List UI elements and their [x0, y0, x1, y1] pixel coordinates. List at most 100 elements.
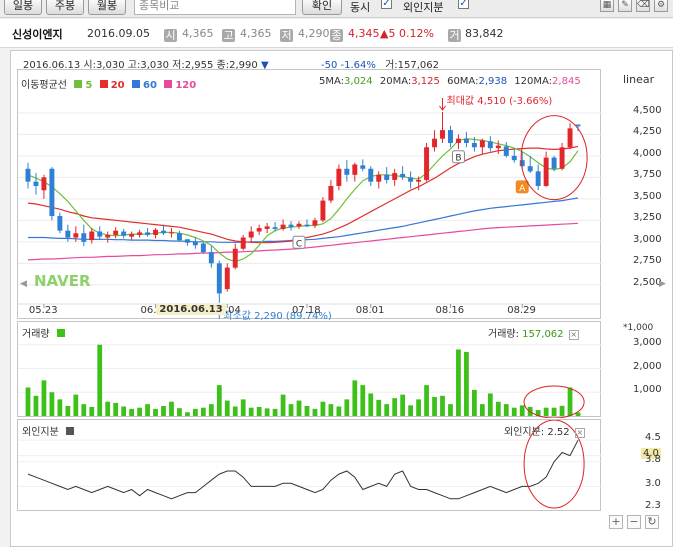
- foreign-checkbox[interactable]: ✓: [458, 0, 469, 9]
- candle-body: [448, 130, 453, 143]
- ma20-value: 3,125: [411, 76, 440, 87]
- volume-bar: [97, 344, 103, 416]
- ma120-value: 2,845: [552, 76, 581, 87]
- reset-icon[interactable]: ↻: [645, 515, 659, 529]
- high-badge: 고: [222, 29, 235, 42]
- pencil-icon[interactable]: ✎: [618, 0, 632, 12]
- foreign-value-group: 외인지분: 2.52 ×: [504, 423, 585, 438]
- high-value: 4,365: [240, 27, 272, 40]
- price-y-tick: 3,250: [633, 212, 662, 224]
- stock-info-bar: 신성이엔지 2016.09.05 시 4,365 고 4,365 저 4,290…: [0, 19, 673, 48]
- x-tick: 07.18: [291, 305, 321, 316]
- hover-arrow: ▼: [260, 60, 269, 71]
- ma20-swatch: [99, 80, 108, 88]
- volume-bar: [440, 395, 445, 416]
- zoom-in-icon[interactable]: +: [609, 515, 623, 529]
- ma120-label: 120MA:: [514, 76, 553, 87]
- foreign-close-icon[interactable]: ×: [574, 428, 585, 438]
- volume-bar: [328, 404, 334, 416]
- price-y-tick: 3,500: [633, 190, 662, 202]
- foreign-title: 외인지분: [22, 427, 59, 438]
- monthly-button[interactable]: 월봉: [88, 0, 126, 15]
- candle-body: [559, 147, 565, 169]
- volume-bar: [153, 408, 158, 416]
- candle-body: [392, 173, 398, 180]
- volume-y-tick: 1,000: [633, 384, 662, 396]
- foreign-y-tick: 3.0: [645, 478, 661, 490]
- volume-bar: [25, 387, 31, 416]
- candle-body: [344, 168, 350, 175]
- volume-title-group: 거래량: [22, 325, 65, 340]
- open-value: 4,365: [182, 27, 214, 40]
- x-tick: 08.01: [355, 305, 385, 316]
- foreign-title-group: 외인지분: [22, 423, 74, 438]
- foreign-label: 외인지분: [403, 1, 444, 14]
- scroll-left-icon[interactable]: ◀: [20, 279, 27, 289]
- hover-ohlc: 2016.06.13 시:3,030 고:3,030 저:2,955 종:2,9…: [23, 60, 258, 71]
- volume-current-value: 157,062: [522, 329, 564, 340]
- foreign-swatch: [66, 427, 74, 435]
- candle-body: [192, 241, 198, 246]
- candle-body: [352, 164, 358, 175]
- volume-bar: [360, 385, 366, 416]
- price-y-tick: 2,750: [633, 255, 662, 267]
- volume-bar: [400, 394, 406, 416]
- ma60-label: 60MA:: [447, 76, 479, 87]
- candle-body: [463, 138, 469, 143]
- ma5-legend: 5: [85, 80, 93, 91]
- volume-close-icon[interactable]: ×: [568, 330, 579, 340]
- eraser-icon[interactable]: ⌫: [636, 0, 650, 12]
- foreign-line: [27, 439, 579, 500]
- candle-body: [384, 174, 390, 180]
- confirm-button[interactable]: 확인: [302, 0, 342, 15]
- ma5-swatch: [74, 80, 83, 88]
- volume-bar: [424, 385, 429, 416]
- naver-watermark: NAVER: [34, 272, 91, 290]
- volume-bar: [344, 399, 350, 416]
- volume-panel[interactable]: 거래량 거래량: 157,062 ×: [17, 321, 602, 418]
- zoom-out-icon[interactable]: −: [627, 515, 641, 529]
- volume-bar: [503, 404, 509, 416]
- volume-bar: [200, 407, 206, 416]
- grid-icon[interactable]: ▦: [600, 0, 614, 12]
- x-tick: 08.16: [435, 305, 465, 316]
- candle-body: [296, 223, 302, 227]
- candle-body: [81, 233, 87, 242]
- candle-body: [176, 233, 182, 241]
- volume-bar: [471, 389, 477, 416]
- foreign-panel[interactable]: 외인지분 외인지분: 2.52 ×: [17, 419, 602, 511]
- volume-bar: [368, 393, 374, 416]
- daily-button[interactable]: 일봉: [4, 0, 42, 15]
- trade-date: 2016.09.05: [87, 27, 150, 40]
- foreign-y-tick: 4.5: [645, 432, 661, 444]
- candle-body: [240, 237, 246, 249]
- price-panel[interactable]: NAVER 최대값 4,510 (-3.66%) 최소값 2,290 (89.74%…: [17, 69, 602, 320]
- candle-body: [137, 232, 143, 235]
- foreign-y-tick: 2.3: [645, 500, 661, 511]
- volume-bar: [161, 406, 166, 416]
- hover-change-group: -50 -1.64% 거:157,062: [321, 56, 439, 71]
- sync-checkbox[interactable]: ✓: [381, 0, 392, 9]
- candle-body: [487, 141, 493, 149]
- price-change: ▲5 0.12%: [380, 27, 434, 40]
- settings-icon[interactable]: ⚙: [654, 0, 668, 12]
- volume-bar: [448, 404, 453, 416]
- open-group: 시: [164, 27, 177, 42]
- marker-a: A: [519, 184, 526, 194]
- candle-body: [184, 239, 190, 243]
- scroll-right-icon[interactable]: ▶: [659, 279, 666, 289]
- volume-value-label: 거래량:: [488, 329, 519, 340]
- candle-body: [280, 224, 286, 229]
- candle-body: [527, 166, 533, 172]
- volume-bar: [216, 385, 222, 416]
- volume-bar: [65, 406, 71, 416]
- candle-body: [33, 181, 39, 186]
- volume-bar: [129, 408, 135, 416]
- candle-body: [336, 168, 342, 186]
- candle-body: [272, 227, 278, 229]
- weekly-button[interactable]: 주봉: [46, 0, 84, 15]
- volume-bar: [312, 408, 318, 416]
- compare-input[interactable]: 종목비교: [134, 0, 296, 15]
- volume-bar: [57, 399, 63, 416]
- marker-b: B: [455, 154, 461, 164]
